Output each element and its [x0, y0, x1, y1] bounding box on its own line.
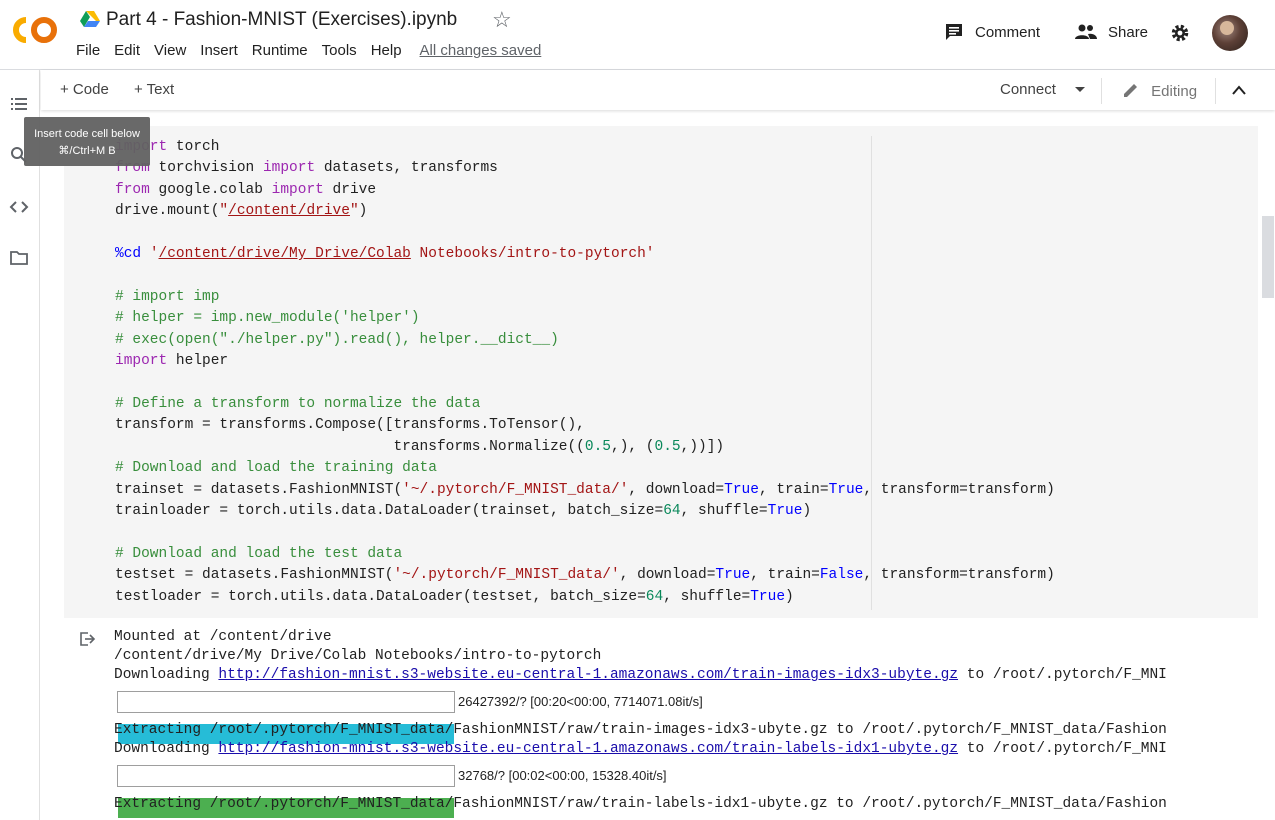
tooltip: Insert code cell below ⌘/Ctrl+M B — [24, 117, 150, 166]
progress-bar — [117, 765, 455, 818]
connect-label: Connect — [1000, 81, 1056, 98]
share-icon — [1075, 24, 1097, 39]
menu-tools[interactable]: Tools — [322, 42, 357, 59]
output-line: Extracting /root/.pytorch/F_MNIST_data/F… — [114, 796, 1167, 812]
comment-icon — [946, 24, 962, 40]
code-line[interactable]: # Download and load the test data — [115, 544, 1055, 565]
add-code-button[interactable]: + Code — [60, 81, 109, 98]
chevron-up-icon[interactable] — [1231, 83, 1247, 97]
notebook-toolbar: + Code + Text Connect Editing — [41, 70, 1275, 110]
save-status[interactable]: All changes saved — [420, 42, 542, 59]
drive-icon — [80, 11, 100, 27]
output-icon[interactable] — [78, 630, 96, 648]
progress-text: 26427392/? [00:20<00:00, 7714071.08it/s] — [458, 694, 703, 709]
avatar[interactable] — [1212, 15, 1248, 51]
code-line[interactable]: drive.mount("/content/drive") — [115, 201, 1055, 222]
gear-icon[interactable] — [1170, 23, 1190, 43]
code-line[interactable] — [115, 223, 1055, 244]
toc-icon[interactable] — [9, 94, 29, 114]
menu-help[interactable]: Help — [371, 42, 402, 59]
tooltip-shortcut: ⌘/Ctrl+M B — [58, 145, 116, 157]
share-label: Share — [1108, 23, 1149, 41]
output-line: Mounted at /content/drive — [114, 629, 332, 645]
menu-runtime[interactable]: Runtime — [252, 42, 308, 59]
output-text: Downloading — [114, 667, 219, 683]
code-line[interactable]: # exec(open("./helper.py").read(), helpe… — [115, 330, 1055, 351]
menu-insert[interactable]: Insert — [200, 42, 238, 59]
progress-bar — [117, 691, 455, 744]
code-line[interactable]: # helper = imp.new_module('helper') — [115, 308, 1055, 329]
menu-view[interactable]: View — [154, 42, 186, 59]
download-link[interactable]: http://fashion-mnist.s3-website.eu-centr… — [218, 667, 958, 683]
code-line[interactable]: import helper — [115, 351, 1055, 372]
code-editor[interactable]: import torchfrom torchvision import data… — [115, 137, 1055, 608]
notebook-title[interactable]: Part 4 - Fashion-MNIST (Exercises).ipynb — [106, 9, 457, 31]
output-line: Extracting /root/.pytorch/F_MNIST_data/F… — [114, 722, 1167, 738]
code-snippets-icon[interactable] — [9, 197, 29, 217]
code-line[interactable]: trainset = datasets.FashionMNIST('~/.pyt… — [115, 480, 1055, 501]
editing-button[interactable]: Editing — [1122, 81, 1197, 100]
code-line[interactable] — [115, 265, 1055, 286]
menu-bar: File Edit View Insert Runtime Tools Help… — [76, 42, 555, 59]
comment-label: Comment — [975, 23, 1041, 41]
share-button[interactable]: Share — [1074, 22, 1148, 42]
progress-text: 32768/? [00:02<00:00, 15328.40it/s] — [458, 768, 667, 783]
scrollbar[interactable] — [1262, 216, 1274, 298]
tooltip-title: Insert code cell below — [34, 128, 140, 140]
output-line: Downloading http://fashion-mnist.s3-webs… — [114, 666, 1167, 685]
cell-output: Mounted at /content/drive /content/drive… — [114, 628, 1258, 820]
chevron-down-icon — [1075, 87, 1086, 92]
code-line[interactable]: transform = transforms.Compose([transfor… — [115, 415, 1055, 436]
star-icon[interactable]: ☆ — [492, 7, 512, 33]
output-text: Downloading — [114, 741, 219, 757]
code-line[interactable]: testloader = torch.utils.data.DataLoader… — [115, 587, 1055, 608]
comment-button[interactable]: Comment — [944, 22, 1040, 42]
folder-icon[interactable] — [9, 248, 29, 268]
code-line[interactable]: # import imp — [115, 287, 1055, 308]
editing-label: Editing — [1151, 83, 1198, 100]
output-text: to /root/.pytorch/F_MNI — [958, 667, 1167, 683]
code-line[interactable]: trainloader = torch.utils.data.DataLoade… — [115, 501, 1055, 522]
colab-logo[interactable] — [12, 14, 60, 46]
code-line[interactable]: # Download and load the training data — [115, 458, 1055, 479]
output-line: Downloading http://fashion-mnist.s3-webs… — [114, 740, 1167, 759]
code-line[interactable]: transforms.Normalize((0.5,), (0.5,))]) — [115, 437, 1055, 458]
pencil-icon — [1124, 84, 1137, 97]
output-text: to /root/.pytorch/F_MNI — [958, 741, 1167, 757]
left-sidebar — [0, 70, 40, 820]
output-line: /content/drive/My Drive/Colab Notebooks/… — [114, 648, 602, 664]
app-header: Part 4 - Fashion-MNIST (Exercises).ipynb… — [0, 0, 1275, 70]
code-line[interactable]: # Define a transform to normalize the da… — [115, 394, 1055, 415]
code-line[interactable]: %cd '/content/drive/My Drive/Colab Noteb… — [115, 244, 1055, 265]
add-text-button[interactable]: + Text — [134, 81, 174, 98]
toolbar-divider — [1101, 78, 1102, 104]
code-line[interactable]: from torchvision import datasets, transf… — [115, 158, 1055, 179]
connect-button[interactable]: Connect — [1000, 81, 1086, 98]
code-line[interactable]: from google.colab import drive — [115, 180, 1055, 201]
code-line[interactable]: import torch — [115, 137, 1055, 158]
toolbar-divider — [1215, 78, 1216, 104]
code-line[interactable] — [115, 372, 1055, 393]
menu-file[interactable]: File — [76, 42, 100, 59]
menu-edit[interactable]: Edit — [114, 42, 140, 59]
code-line[interactable] — [115, 522, 1055, 543]
code-line[interactable]: testset = datasets.FashionMNIST('~/.pyto… — [115, 565, 1055, 586]
download-link[interactable]: http://fashion-mnist.s3-website.eu-centr… — [218, 741, 958, 757]
